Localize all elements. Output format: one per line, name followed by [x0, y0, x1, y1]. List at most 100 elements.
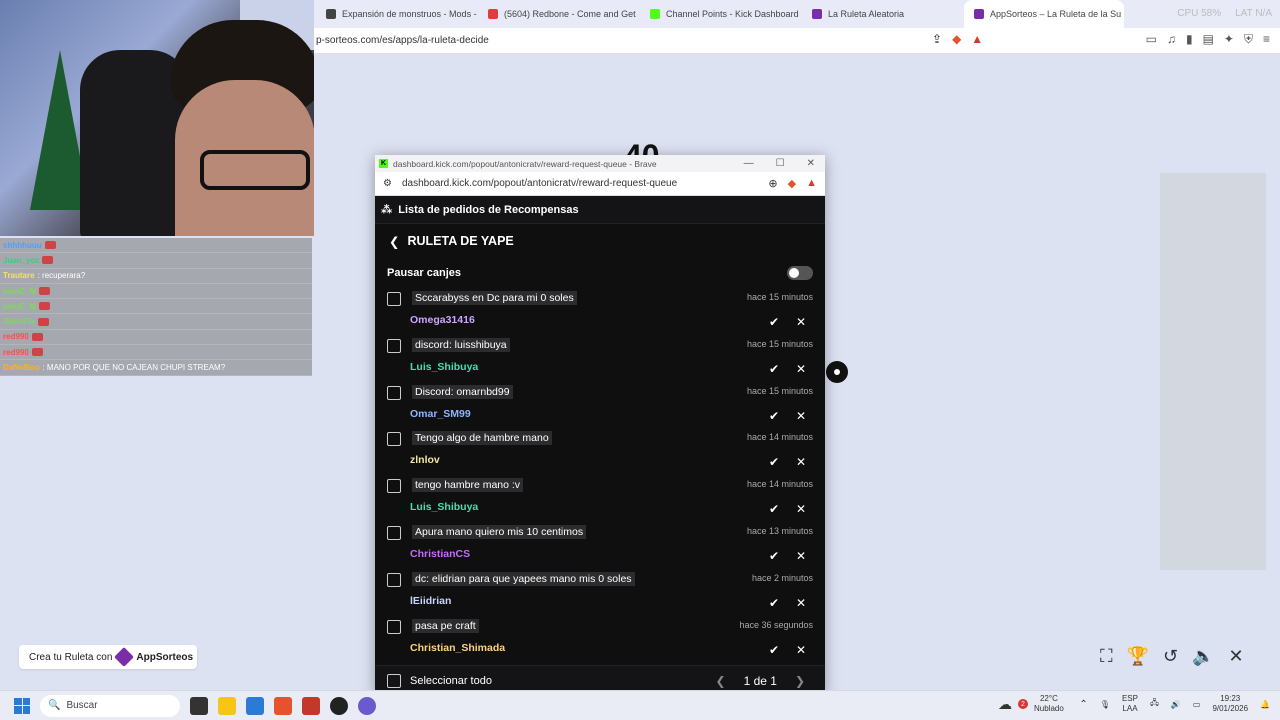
reject-x-icon[interactable]: ✕	[791, 406, 811, 426]
share-icon[interactable]: ⇪	[932, 32, 942, 46]
brave-rewards-icon[interactable]: ▲	[971, 32, 983, 46]
request-user[interactable]: ChristianCS	[410, 548, 470, 560]
request-user[interactable]: Luis_Shibuya	[410, 501, 478, 513]
reject-x-icon[interactable]: ✕	[791, 499, 811, 519]
vpn-icon[interactable]: ⛨	[1244, 32, 1253, 47]
accept-check-icon[interactable]: ✔	[764, 546, 784, 566]
taskbar-search-label: Buscar	[66, 700, 98, 711]
reject-x-icon[interactable]: ✕	[791, 640, 811, 660]
request-user[interactable]: Omega31416	[410, 314, 475, 326]
pause-toggle[interactable]	[787, 266, 813, 280]
accept-check-icon[interactable]: ✔	[764, 499, 784, 519]
notification-icon[interactable]: 🔔	[1260, 700, 1270, 709]
reject-x-icon[interactable]: ✕	[791, 452, 811, 472]
chat-username: red990	[3, 347, 29, 357]
mic-icon[interactable]: 🎙	[1100, 700, 1110, 709]
browser-tab[interactable]: AppSorteos – La Ruleta de la Su✕	[964, 0, 1124, 28]
request-checkbox[interactable]	[387, 572, 401, 587]
popup-shields-icon[interactable]: ◆	[788, 177, 796, 190]
select-all-checkbox[interactable]	[387, 673, 401, 688]
reject-x-icon[interactable]: ✕	[791, 593, 811, 613]
request-user[interactable]: Christian_Shimada	[410, 642, 505, 654]
request-user[interactable]: Luis_Shibuya	[410, 361, 478, 373]
sidebar-icon[interactable]: ▮	[1186, 32, 1193, 47]
request-time: hace 36 segundos	[739, 619, 813, 630]
reject-x-icon[interactable]: ✕	[791, 546, 811, 566]
request-item: Discord: omarnbd99 hace 15 minutos Omar_SM…	[375, 382, 825, 429]
request-user[interactable]: Omar_SM99	[410, 408, 471, 420]
request-user[interactable]: lEiidrian	[410, 595, 451, 607]
prev-page-icon[interactable]: ❮	[716, 674, 726, 688]
site-settings-icon[interactable]: ⚙	[383, 178, 392, 189]
windows-start-icon[interactable]	[14, 697, 30, 714]
accept-check-icon[interactable]: ✔	[764, 452, 784, 472]
reject-x-icon[interactable]: ✕	[791, 312, 811, 332]
brave-shields-icon[interactable]: ◆	[952, 32, 961, 46]
network-icon[interactable]: 🖧	[1150, 697, 1159, 711]
request-message: Tengo algo de hambre mano	[412, 431, 552, 446]
sound-icon[interactable]: 🔈	[1192, 646, 1214, 667]
brave-icon[interactable]	[274, 696, 292, 715]
request-user[interactable]: zlnlov	[410, 454, 440, 466]
obs-icon[interactable]	[330, 696, 348, 715]
accept-check-icon[interactable]: ✔	[764, 312, 784, 332]
browser-tab[interactable]: La Ruleta Aleatoria	[802, 0, 964, 28]
maximize-icon[interactable]: ☐	[776, 158, 785, 169]
back-chevron-icon[interactable]: ❮	[389, 234, 399, 249]
popup-address-bar[interactable]: ⚙ dashboard.kick.com/popout/antonicratv/…	[375, 172, 825, 196]
accept-check-icon[interactable]: ✔	[764, 593, 784, 613]
taskbar-search[interactable]: 🔍 Buscar	[40, 694, 180, 717]
ai-icon[interactable]: ✦	[1224, 32, 1234, 47]
address-url[interactable]: p-sorteos.com/es/apps/la-ruleta-decide	[316, 35, 489, 46]
store-icon[interactable]	[246, 696, 264, 715]
request-checkbox[interactable]	[387, 432, 401, 447]
popup-url[interactable]: dashboard.kick.com/popout/antonicratv/re…	[402, 178, 677, 189]
request-message: dc: elidrian para que yapees mano mis 0 …	[412, 571, 635, 586]
wheel-pointer[interactable]	[826, 361, 848, 383]
weather-widget[interactable]: ☁ 2 22°C Nublado	[998, 694, 1064, 714]
tab-favicon-icon	[974, 9, 984, 19]
select-all-label[interactable]: Seleccionar todo	[410, 675, 492, 687]
browser-tab[interactable]: Channel Points - Kick Dashboard	[640, 0, 802, 28]
browser-tab[interactable]: Expansión de monstruos - Mods - M	[316, 0, 478, 28]
browser-tab[interactable]: (5604) Redbone - Come and Get	[478, 0, 640, 28]
language-indicator[interactable]: ESP LAA	[1122, 694, 1138, 714]
wallet-icon[interactable]: ▤	[1203, 32, 1214, 47]
battery-icon[interactable]: ▭	[1193, 700, 1201, 709]
volume-icon[interactable]: 🔊	[1171, 700, 1181, 709]
request-checkbox[interactable]	[387, 619, 401, 634]
reader-mode-icon[interactable]: ▭	[1146, 32, 1157, 47]
chat-username: DaNoBoo	[3, 363, 40, 373]
clock[interactable]: 19:23 9/01/2026	[1212, 694, 1248, 714]
accept-check-icon[interactable]: ✔	[764, 406, 784, 426]
reject-x-icon[interactable]: ✕	[791, 359, 811, 379]
menu-icon[interactable]: ≡	[1263, 32, 1270, 47]
section-header: ❮ RULETA DE YAPE	[375, 224, 825, 258]
section-title: RULETA DE YAPE	[407, 234, 514, 248]
accept-check-icon[interactable]: ✔	[764, 640, 784, 660]
next-page-icon[interactable]: ❯	[795, 674, 805, 688]
minimize-icon[interactable]: —	[744, 158, 754, 169]
popup-rewards-icon[interactable]: ▲	[806, 177, 817, 190]
media-icon[interactable]: ♫	[1167, 32, 1176, 47]
create-wheel-link[interactable]: Crea tu Ruleta con AppSorteos	[19, 645, 197, 669]
app-purple-icon[interactable]	[358, 696, 376, 715]
taskview-icon[interactable]	[190, 696, 208, 715]
request-checkbox[interactable]	[387, 338, 401, 353]
request-checkbox[interactable]	[387, 385, 401, 400]
window-close-icon[interactable]: ✕	[807, 158, 815, 169]
close-icon[interactable]: ✕	[1229, 646, 1244, 667]
request-checkbox[interactable]	[387, 479, 401, 494]
zoom-icon[interactable]: ⊕	[768, 177, 777, 190]
accept-check-icon[interactable]: ✔	[764, 359, 784, 379]
request-checkbox[interactable]	[387, 292, 401, 306]
tray-chevron-icon[interactable]: ⌃	[1079, 699, 1087, 710]
fullscreen-icon[interactable]: ⛶	[1100, 646, 1113, 667]
explorer-icon[interactable]	[218, 696, 236, 715]
tab-label: Expansión de monstruos - Mods - M	[342, 9, 478, 19]
request-checkbox[interactable]	[387, 525, 401, 540]
reset-icon[interactable]: ↺	[1163, 646, 1178, 667]
app-red-icon[interactable]	[302, 696, 320, 715]
popup-titlebar: K dashboard.kick.com/popout/antonicratv/…	[375, 155, 825, 172]
trophy-icon[interactable]: 🏆	[1127, 646, 1149, 667]
